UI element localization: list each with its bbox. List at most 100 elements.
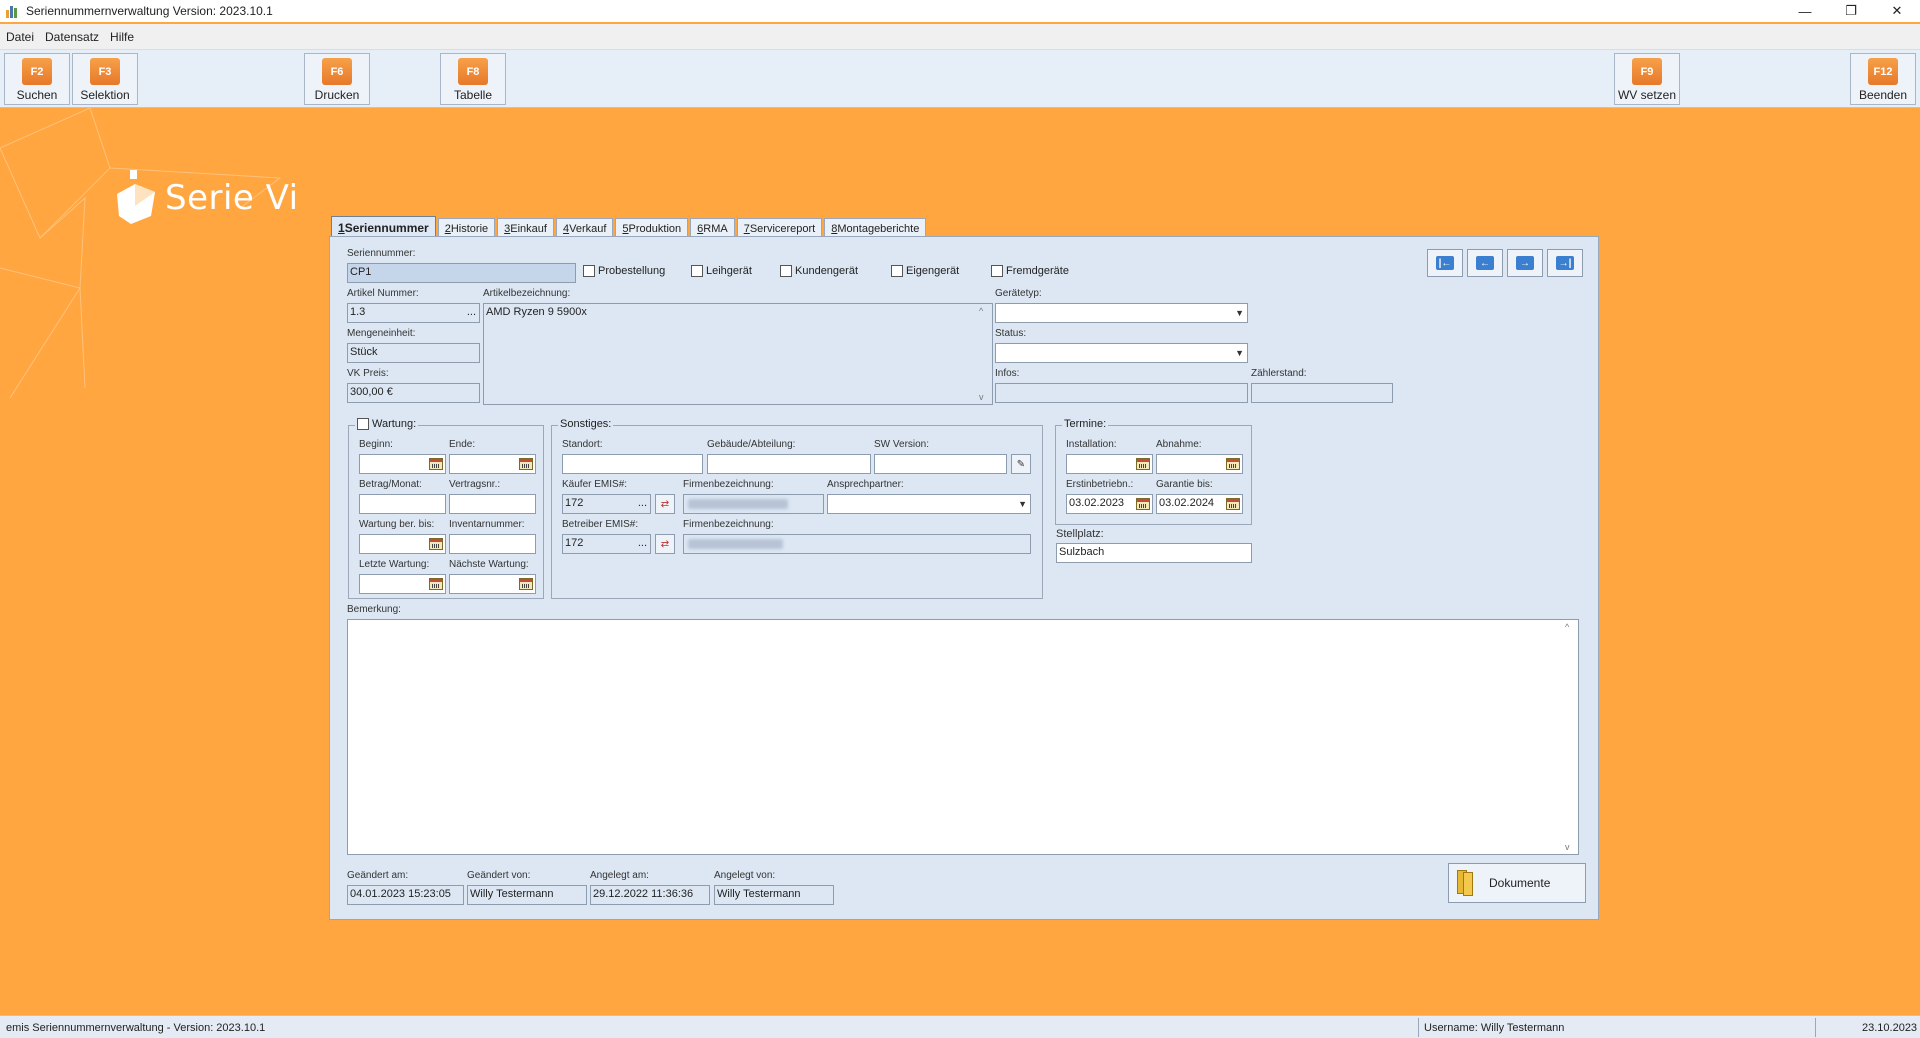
tab-servicereport[interactable]: 7 Servicereport [736, 218, 823, 238]
artikel-lookup-button[interactable]: ... [467, 306, 476, 318]
minimize-button[interactable]: — [1782, 0, 1828, 22]
betreiber-emis-field[interactable]: 172... [562, 534, 651, 554]
kaeufer-lookup-button[interactable]: ... [638, 497, 647, 509]
ende-date-field[interactable] [449, 454, 536, 474]
edit-pencil-icon[interactable]: ✎ [1011, 454, 1031, 474]
status-date: 23.10.2023 [1862, 1021, 1918, 1034]
selektion-label: Selektion [80, 88, 130, 102]
stellplatz-label: Stellplatz: [1056, 528, 1104, 540]
probestellung-checkbox[interactable]: Probestellung [583, 265, 665, 277]
tab-montageberichte[interactable]: 8 Montageberichte [824, 218, 927, 238]
letzte-wartung-label: Letzte Wartung: [359, 559, 430, 570]
seriennummer-field[interactable]: CP1 [347, 263, 576, 283]
last-record-button[interactable]: →| [1547, 249, 1583, 277]
beginn-date-field[interactable] [359, 454, 446, 474]
naechste-wartung-field[interactable] [449, 574, 536, 594]
previous-record-button[interactable]: ← [1467, 249, 1503, 277]
inventarnummer-field[interactable] [449, 534, 536, 554]
installation-date-field[interactable] [1066, 454, 1153, 474]
background-lines-decoration [0, 108, 282, 399]
drucken-button[interactable]: F6 Drucken [304, 53, 370, 105]
calendar-icon[interactable] [429, 578, 443, 590]
bemerkung-scrollbar[interactable]: ^ v [1562, 620, 1578, 854]
seriennummer-panel: Seriennummer: CP1 Probestellung Leihgerä… [329, 236, 1599, 920]
fremdgeraete-checkbox[interactable]: Fremdgeräte [991, 265, 1069, 277]
menu-datensatz[interactable]: Datensatz [45, 30, 99, 44]
bemerkung-textarea[interactable]: ^ v [347, 619, 1579, 855]
menu-hilfe[interactable]: Hilfe [110, 30, 134, 44]
infos-field[interactable] [995, 383, 1248, 403]
menu-datei[interactable]: Datei [6, 30, 34, 44]
betreiber-lookup-button[interactable]: ... [638, 537, 647, 549]
calendar-icon[interactable] [1136, 498, 1150, 510]
kaeufer-firmenbezeichnung-field[interactable] [683, 494, 824, 514]
eigengeraet-checkbox[interactable]: Eigengerät [891, 265, 959, 277]
termine-title: Termine: [1062, 418, 1109, 430]
ansprechpartner-select[interactable]: ▼ [827, 494, 1031, 514]
calendar-icon[interactable] [429, 458, 443, 470]
close-button[interactable]: ✕ [1874, 0, 1920, 22]
title-bar: Seriennummernverwaltung Version: 2023.10… [0, 0, 1920, 22]
redacted-text [688, 499, 788, 509]
garantie-bis-date-field[interactable]: 03.02.2024 [1156, 494, 1243, 514]
abnahme-date-field[interactable] [1156, 454, 1243, 474]
f2-key-icon: F2 [22, 58, 52, 85]
vk-preis-field[interactable]: 300,00 € [347, 383, 480, 403]
dokumente-button[interactable]: Dokumente [1448, 863, 1586, 903]
calendar-icon[interactable] [519, 458, 533, 470]
tabelle-button[interactable]: F8 Tabelle [440, 53, 506, 105]
calendar-icon[interactable] [519, 578, 533, 590]
tab-verkauf[interactable]: 4 Verkauf [555, 218, 614, 238]
calendar-icon[interactable] [1136, 458, 1150, 470]
tab-einkauf[interactable]: 3 Einkauf [497, 218, 554, 238]
kaeufer-emis-label: Käufer EMIS#: [562, 479, 628, 490]
sw-version-field[interactable] [874, 454, 1007, 474]
calendar-icon[interactable] [1226, 458, 1240, 470]
mengeneinheit-field[interactable]: Stück [347, 343, 480, 363]
next-record-button[interactable]: → [1507, 249, 1543, 277]
first-record-button[interactable]: |← [1427, 249, 1463, 277]
calendar-icon[interactable] [1226, 498, 1240, 510]
vertragsnr-field[interactable] [449, 494, 536, 514]
leihgeraet-checkbox[interactable]: Leihgerät [691, 265, 752, 277]
tab-rma[interactable]: 6 RMA [690, 218, 735, 238]
stellplatz-field[interactable]: Sulzbach [1056, 543, 1252, 563]
wartung-ber-bis-field[interactable] [359, 534, 446, 554]
chevron-down-icon: ▼ [1018, 499, 1027, 509]
first-icon: |← [1436, 256, 1454, 270]
drucken-label: Drucken [314, 88, 360, 102]
calendar-icon[interactable] [429, 538, 443, 550]
wv-setzen-button[interactable]: F9 WV setzen [1614, 53, 1680, 105]
artikel-nummer-label: Artikel Nummer: [347, 288, 419, 299]
tab-produktion[interactable]: 5 Produktion [615, 218, 689, 238]
beenden-button[interactable]: F12 Beenden [1850, 53, 1916, 105]
restore-button[interactable]: ❐ [1828, 0, 1874, 22]
geraetetyp-select[interactable]: ▼ [995, 303, 1248, 323]
kundengeraet-checkbox[interactable]: Kundengerät [780, 265, 858, 277]
suchen-button[interactable]: F2 Suchen [4, 53, 70, 105]
zaehlerstand-field[interactable] [1251, 383, 1393, 403]
status-select[interactable]: ▼ [995, 343, 1248, 363]
erstinbetriebnahme-label: Erstinbetriebn.: [1066, 479, 1134, 490]
tab-seriennummer[interactable]: 1 Seriennummer [331, 216, 436, 238]
kaeufer-pick-icon[interactable]: ⇄ [655, 494, 675, 514]
sw-version-label: SW Version: [874, 439, 930, 450]
standort-field[interactable] [562, 454, 703, 474]
gebaeude-abteilung-field[interactable] [707, 454, 871, 474]
artikel-nummer-field[interactable]: 1.3... [347, 303, 480, 323]
artikelbezeichnung-scrollbar[interactable]: ^ v [976, 304, 992, 404]
betrag-monat-field[interactable] [359, 494, 446, 514]
selektion-button[interactable]: F3 Selektion [72, 53, 138, 105]
wartung-checkbox[interactable] [357, 418, 369, 430]
betreiber-pick-icon[interactable]: ⇄ [655, 534, 675, 554]
f6-key-icon: F6 [322, 58, 352, 85]
geaendert-von-field: Willy Testermann [467, 885, 587, 905]
wv-setzen-label: WV setzen [1617, 88, 1677, 102]
kaeufer-emis-field[interactable]: 172... [562, 494, 651, 514]
betreiber-firmenbezeichnung-field[interactable] [683, 534, 1031, 554]
artikelbezeichnung-field[interactable]: AMD Ryzen 9 5900x ^ v [483, 303, 993, 405]
wartung-ber-bis-label: Wartung ber. bis: [359, 519, 435, 530]
letzte-wartung-field[interactable] [359, 574, 446, 594]
tab-historie[interactable]: 2 Historie [437, 218, 496, 238]
erstinbetriebnahme-date-field[interactable]: 03.02.2023 [1066, 494, 1153, 514]
